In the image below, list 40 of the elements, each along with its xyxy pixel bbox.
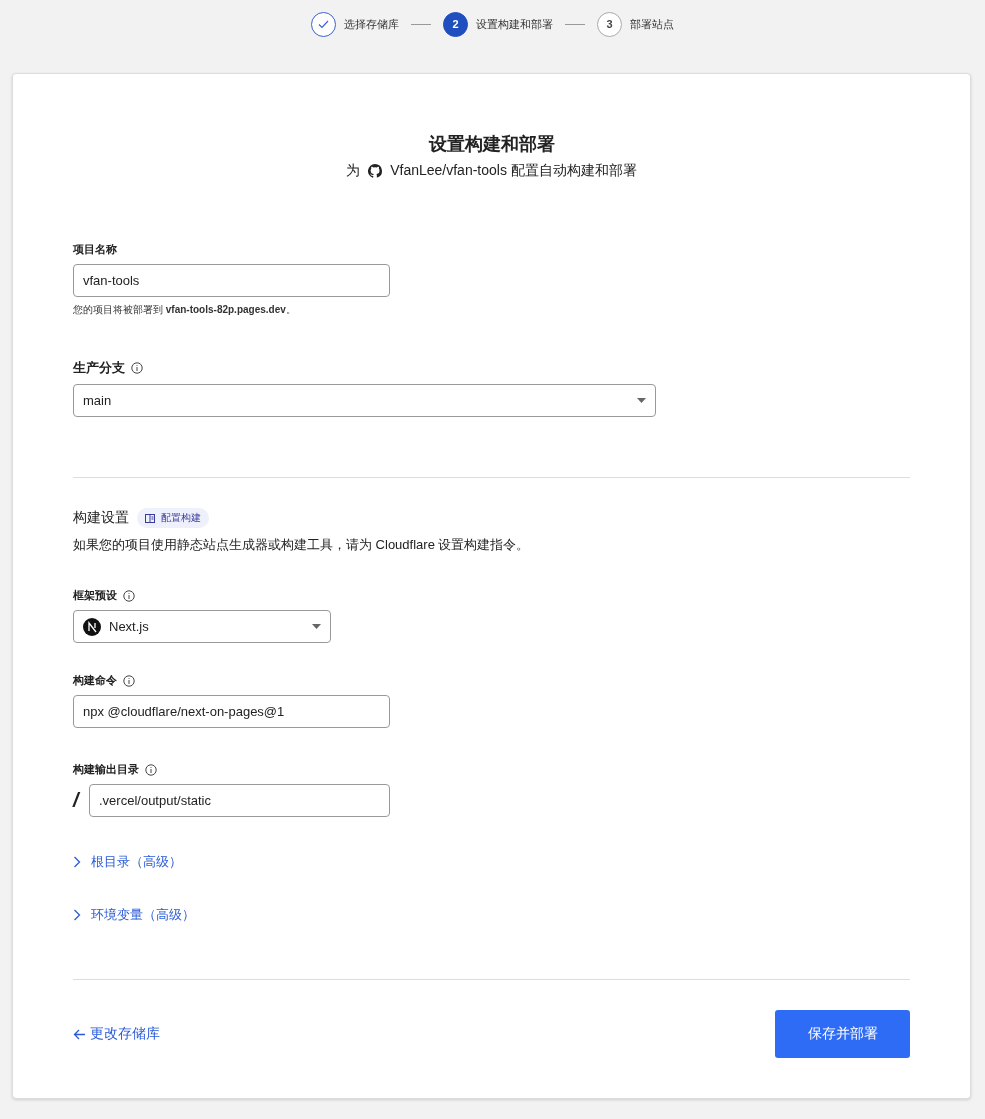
path-prefix: / [73,789,81,812]
nextjs-logo-icon [83,617,101,636]
repo-subtitle: VfanLee/vfan-tools 配置自动构建和部署 [390,162,637,180]
field-label: 构建输出目录 [73,762,139,777]
framework-select[interactable]: Next.js [73,610,331,643]
step-label: 设置构建和部署 [476,16,553,32]
info-icon [131,362,143,374]
caret-icon [312,624,321,629]
section-description: 如果您的项目使用静态站点生成器或构建工具，请为 Cloudflare 设置构建指令。 [73,536,531,554]
save-deploy-button[interactable]: 保存并部署 [775,1010,910,1058]
info-icon [145,763,157,776]
project-name-input[interactable]: vfan-tools [73,264,390,297]
page-title: 设置构建和部署 [427,133,556,156]
deploy-hint: 您的项目将被部署到 vfan-tools-82p.pages.dev。 [73,303,297,317]
advanced-toggle[interactable]: 环境变量（高级） [73,906,195,924]
back-link[interactable]: 更改存储库 [73,1025,160,1043]
chevron-right-icon [73,909,81,921]
caret-icon [637,398,646,403]
field-label: 构建命令 [73,673,117,688]
branch-select[interactable]: main [73,384,656,417]
step-label: 部署站点 [630,16,674,32]
check-icon [318,19,329,29]
step-number: 2 [443,11,468,37]
advanced-toggle[interactable]: 根目录（高级） [73,853,182,871]
info-icon [123,674,135,687]
github-icon [368,164,383,178]
step-number: 3 [597,11,622,37]
chevron-right-icon [73,856,81,868]
book-icon [145,513,155,523]
info-icon [123,589,135,602]
section-title: 构建设置 [73,509,129,527]
subtitle-text: 为 [346,162,361,180]
configure-build-badge[interactable]: 配置构建 [137,508,209,528]
field-label: 框架预设 [73,588,117,603]
field-label: 项目名称 [73,242,117,257]
arrow-left-icon [73,1028,86,1040]
output-directory-input[interactable]: .vercel/output/static [89,784,390,817]
step-label: 选择存储库 [344,16,399,32]
field-label: 生产分支 [73,359,125,377]
build-command-input[interactable]: npx @cloudflare/next-on-pages@1 [73,695,390,728]
